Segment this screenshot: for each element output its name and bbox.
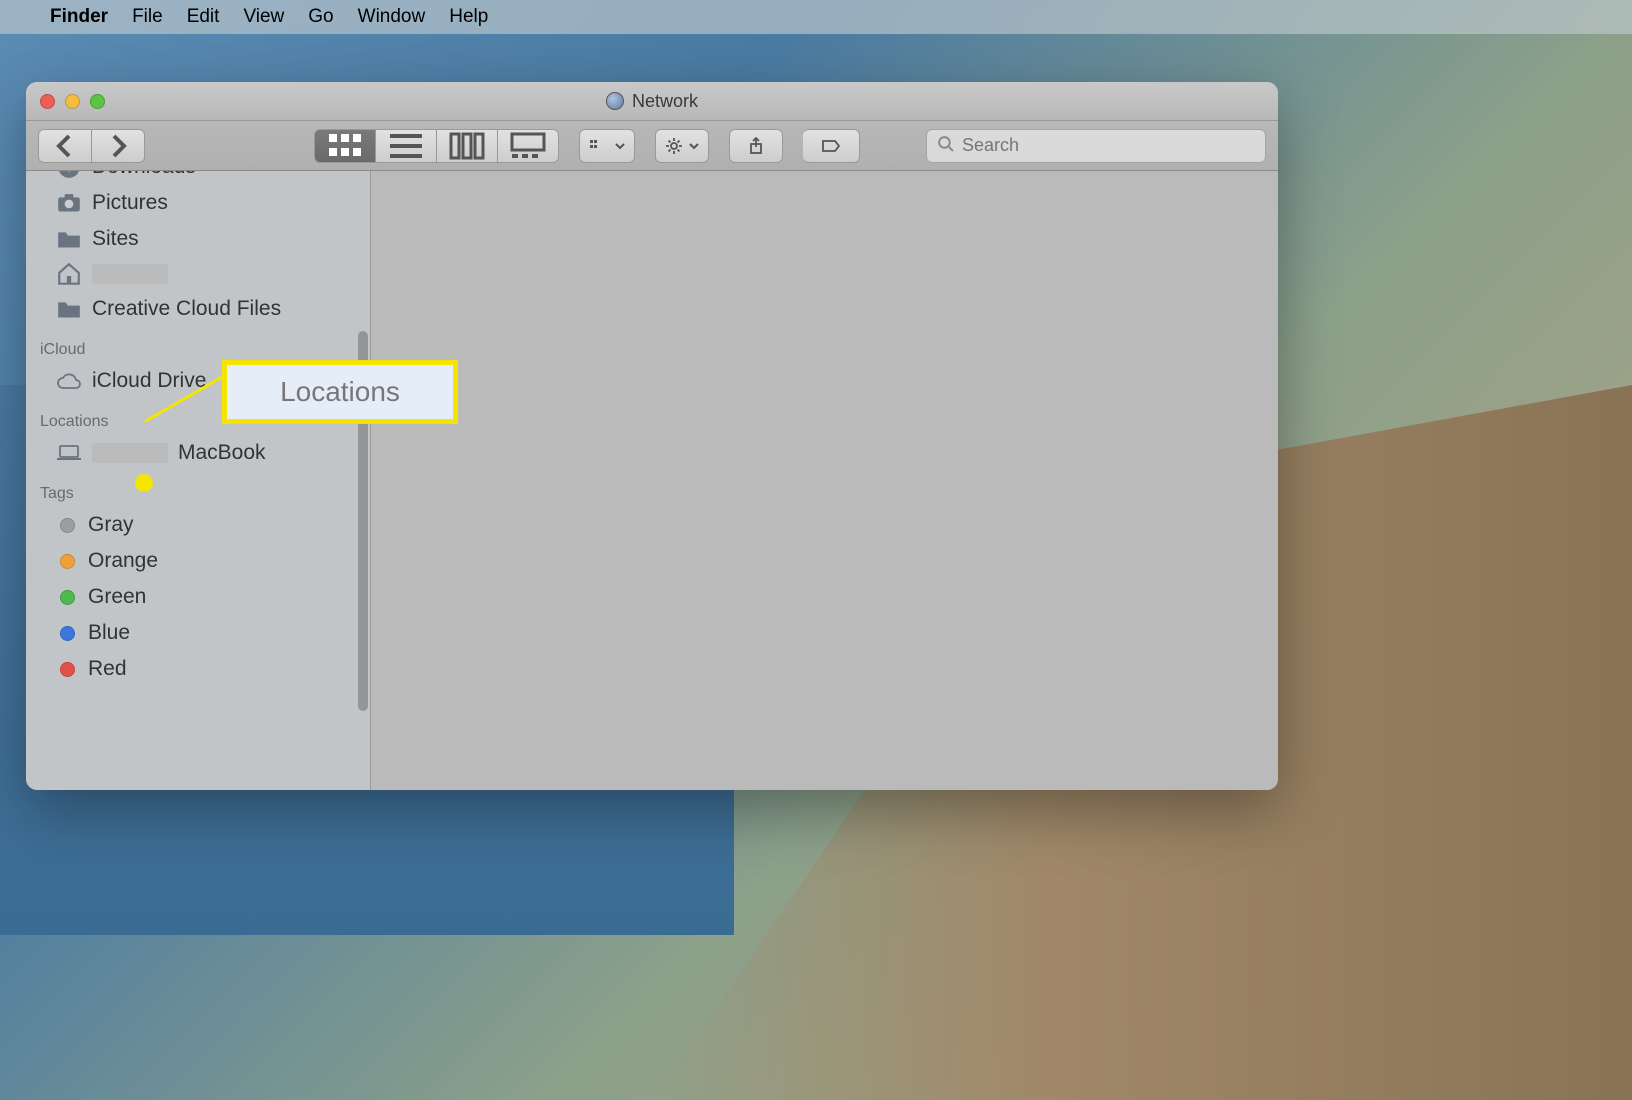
- share-button[interactable]: [729, 129, 783, 163]
- annotation-callout: Locations: [222, 360, 458, 424]
- sidebar-item-label: Green: [88, 585, 146, 609]
- maximize-button[interactable]: [90, 94, 105, 109]
- close-button[interactable]: [40, 94, 55, 109]
- sidebar-item-sites[interactable]: Sites: [26, 221, 370, 257]
- sidebar-item-label: Creative Cloud Files: [92, 297, 281, 321]
- grid-icon: [325, 130, 365, 162]
- laptop-icon: [56, 442, 82, 464]
- back-button[interactable]: [38, 129, 92, 163]
- sidebar-item-pictures[interactable]: Pictures: [26, 185, 370, 221]
- search-input[interactable]: [962, 135, 1255, 156]
- chevron-right-icon: [102, 130, 134, 162]
- sidebar-section-icloud: iCloud: [26, 327, 370, 363]
- sidebar-item-label: Orange: [88, 549, 158, 573]
- menu-app-name[interactable]: Finder: [50, 6, 108, 28]
- sidebar-item-label-redacted: [92, 264, 168, 284]
- sidebar-item-label-redacted: [92, 443, 168, 463]
- arrange-button[interactable]: [579, 129, 635, 163]
- sidebar-item-label: Gray: [88, 513, 134, 537]
- chevron-down-icon: [688, 140, 700, 152]
- folder-icon: [56, 298, 82, 320]
- tag-dot-icon: [60, 590, 75, 605]
- toolbar: [26, 121, 1278, 171]
- sidebar-item-label: Blue: [88, 621, 130, 645]
- sidebar-item-creative-cloud[interactable]: Creative Cloud Files: [26, 291, 370, 327]
- list-view-button[interactable]: [376, 129, 437, 163]
- tag-dot-icon: [60, 662, 75, 677]
- cloud-icon: [56, 370, 82, 392]
- columns-icon: [447, 130, 487, 162]
- chevron-down-icon: [614, 140, 626, 152]
- menu-window[interactable]: Window: [358, 6, 426, 28]
- tags-button[interactable]: [803, 129, 860, 163]
- icon-view-button[interactable]: [314, 129, 376, 163]
- arrange-group: [579, 129, 635, 163]
- sidebar-tag-gray[interactable]: Gray: [26, 507, 370, 543]
- sidebar-item-macbook[interactable]: MacBook: [26, 435, 370, 471]
- menu-file[interactable]: File: [132, 6, 163, 28]
- network-globe-icon: [606, 92, 624, 110]
- view-buttons: [314, 129, 559, 163]
- tag-dot-icon: [60, 518, 75, 533]
- sidebar-item-label: Red: [88, 657, 127, 681]
- window-body: Downloads Pictures Sites Creative Cloud …: [26, 171, 1278, 790]
- menu-help[interactable]: Help: [449, 6, 488, 28]
- window-controls: [26, 94, 105, 109]
- sidebar-tag-red[interactable]: Red: [26, 651, 370, 687]
- annotation-label: Locations: [280, 376, 400, 408]
- folder-icon: [56, 228, 82, 250]
- sidebar-section-tags: Tags: [26, 471, 370, 507]
- downloads-icon: [56, 171, 82, 178]
- sidebar-tag-orange[interactable]: Orange: [26, 543, 370, 579]
- gear-icon: [664, 137, 684, 155]
- tag-dot-icon: [60, 554, 75, 569]
- sidebar-item-label: MacBook: [178, 441, 266, 465]
- annotation-dot: [135, 474, 153, 492]
- camera-icon: [56, 192, 82, 214]
- menu-bar: Finder File Edit View Go Window Help: [0, 0, 1632, 34]
- sidebar: Downloads Pictures Sites Creative Cloud …: [26, 171, 371, 790]
- menu-view[interactable]: View: [243, 6, 284, 28]
- home-icon: [56, 263, 82, 285]
- title-bar: Network: [26, 82, 1278, 121]
- action-group: [655, 129, 709, 163]
- sidebar-item-home[interactable]: [26, 257, 370, 291]
- sidebar-item-label: iCloud Drive: [92, 369, 206, 393]
- nav-buttons: [38, 129, 145, 163]
- chevron-left-icon: [49, 130, 81, 162]
- gallery-icon: [508, 130, 548, 162]
- window-title: Network: [606, 91, 698, 112]
- gallery-view-button[interactable]: [498, 129, 559, 163]
- sidebar-tag-blue[interactable]: Blue: [26, 615, 370, 651]
- action-button[interactable]: [655, 129, 709, 163]
- arrange-icon: [588, 138, 610, 154]
- menu-go[interactable]: Go: [308, 6, 333, 28]
- sidebar-item-label: Sites: [92, 227, 139, 251]
- search-field[interactable]: [926, 129, 1266, 163]
- menu-edit[interactable]: Edit: [187, 6, 220, 28]
- search-icon: [937, 135, 954, 157]
- finder-window: Network: [26, 82, 1278, 790]
- share-icon: [748, 137, 764, 155]
- column-view-button[interactable]: [437, 129, 498, 163]
- tag-dot-icon: [60, 626, 75, 641]
- sidebar-item-downloads[interactable]: Downloads: [26, 171, 370, 185]
- tag-icon: [821, 139, 841, 153]
- list-icon: [386, 130, 426, 162]
- window-title-text: Network: [632, 91, 698, 112]
- sidebar-tag-green[interactable]: Green: [26, 579, 370, 615]
- content-area: [371, 171, 1278, 790]
- forward-button[interactable]: [92, 129, 145, 163]
- sidebar-item-label: Downloads: [92, 171, 196, 179]
- minimize-button[interactable]: [65, 94, 80, 109]
- sidebar-item-label: Pictures: [92, 191, 168, 215]
